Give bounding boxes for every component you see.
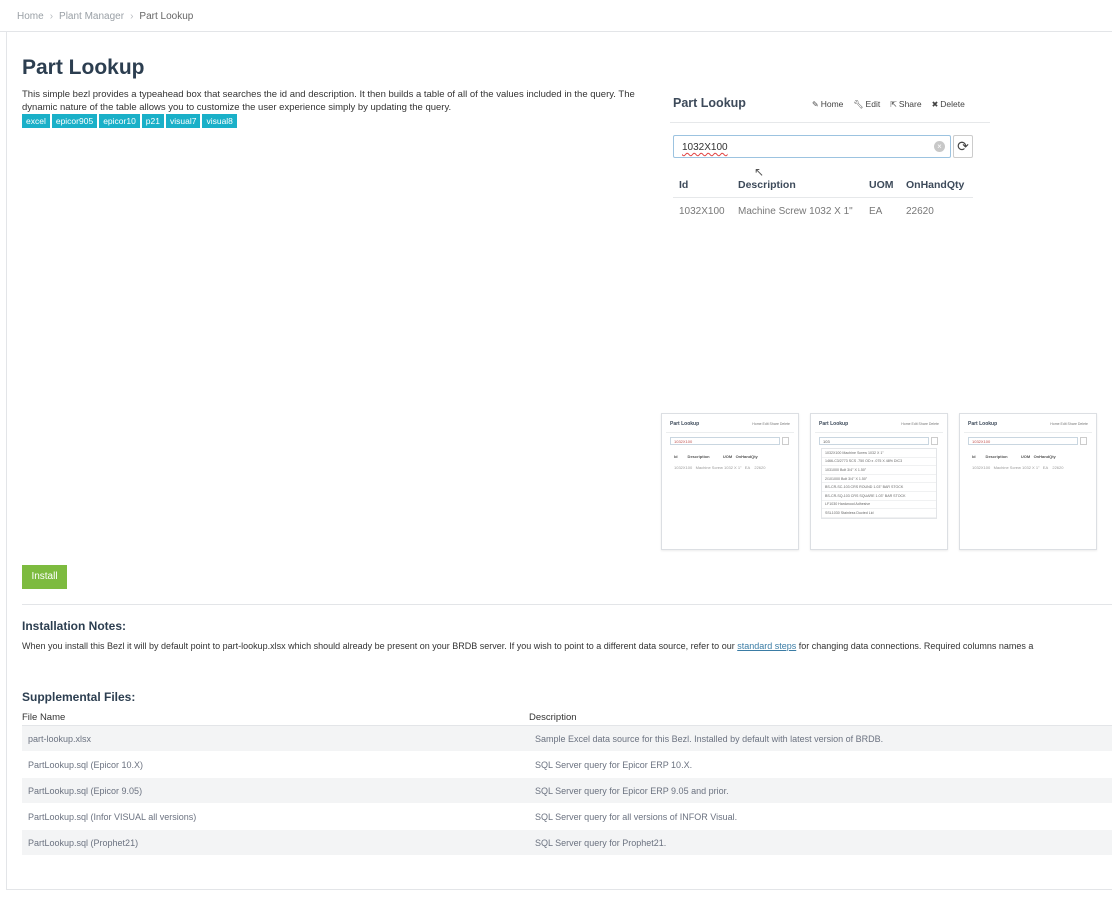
table-divider [673, 197, 973, 198]
refresh-icon[interactable]: ⟳ [953, 135, 973, 158]
list-item: LF1030 Hardwood Adhesive [822, 501, 936, 510]
thumb-title: Part Lookup [968, 421, 998, 427]
page-description: This simple bezl provides a typeahead bo… [22, 89, 635, 113]
tag-epicor10[interactable]: epicor10 [99, 114, 140, 128]
demo-actions: ✎ Home 🔧︎ Edit ⇱ Share ✖ Delete [812, 99, 965, 109]
screenshot-thumbnail-3[interactable]: Part Lookup Home Edit Share Delete 1032X… [959, 413, 1097, 550]
column-header-description: Description [529, 712, 577, 723]
tag-list: excel epicor905 epicor10 p21 visual7 vis… [22, 114, 237, 128]
install-button[interactable]: Install [22, 565, 67, 589]
file-name-cell[interactable]: PartLookup.sql (Prophet21) [22, 838, 529, 848]
share-icon: ⇱ [890, 100, 897, 109]
thumb-refresh-icon [1080, 437, 1087, 445]
column-header-description: Description [738, 179, 796, 191]
thumb-divider [815, 432, 943, 433]
file-name-cell[interactable]: PartLookup.sql (Infor VISUAL all version… [22, 812, 529, 822]
mouse-cursor-icon: ↖ [754, 165, 765, 179]
file-description-cell: SQL Server query for Epicor ERP 10.X. [535, 759, 693, 770]
thumb-title: Part Lookup [670, 421, 700, 427]
search-value: 1032X100 [682, 142, 728, 153]
file-description-cell: SQL Server query for Epicor ERP 9.05 and… [535, 785, 729, 796]
page-title: Part Lookup [22, 56, 145, 79]
column-header-uom: UOM [869, 179, 894, 191]
thumb-divider [666, 432, 794, 433]
screenshot-thumbnail-2[interactable]: Part Lookup Home Edit Share Delete 103 1… [810, 413, 948, 550]
tag-visual8[interactable]: visual8 [202, 114, 237, 128]
breadcrumb-plant-manager[interactable]: Plant Manager [59, 11, 124, 22]
pin-icon: ✎ [812, 100, 819, 109]
screenshot-thumbnail-1[interactable]: Part Lookup Home Edit Share Delete 1032X… [661, 413, 799, 550]
wrench-icon: 🔧︎ [853, 100, 864, 109]
list-item: 2/101000 Bolt 3/4" X 1.50" [822, 475, 936, 484]
thumb-row: 1032X100 Machine Screw 1032 X 1" EA 2262… [972, 465, 1064, 470]
demo-title: Part Lookup [673, 96, 746, 110]
breadcrumb: Home › Plant Manager › Part Lookup [17, 11, 193, 22]
standard-steps-link[interactable]: standard steps [737, 641, 796, 651]
thumb-divider [964, 432, 1092, 433]
table-row[interactable]: part-lookup.xlsx Sample Excel data sourc… [22, 726, 1112, 752]
thumb-search: 1032X100 [968, 437, 1078, 445]
list-item: BS-CR-SC-103 CRS ROUND 1.03" BAR STOCK [822, 483, 936, 492]
table-row[interactable]: PartLookup.sql (Epicor 9.05) SQL Server … [22, 778, 1112, 804]
thumb-refresh-icon [931, 437, 938, 445]
close-icon: ✖ [931, 100, 939, 109]
installation-notes-text: When you install this Bezl it will by de… [22, 641, 1034, 651]
cell-description: Machine Screw 1032 X 1" [738, 206, 853, 217]
file-description-cell: SQL Server query for all versions of INF… [535, 811, 738, 822]
breadcrumb-current: Part Lookup [139, 11, 194, 22]
list-item: BS-CR-SQ-103 CRS SQUARE 1.03" BAR STOCK [822, 492, 936, 501]
clear-icon[interactable]: × [934, 141, 945, 152]
thumb-header: Id Description UOM OnHandQty [972, 454, 1056, 459]
cell-qty: 22620 [906, 206, 934, 217]
section-divider [22, 604, 1112, 605]
demo-divider [670, 122, 990, 123]
demo-share-action[interactable]: ⇱ Share [890, 99, 921, 109]
list-item: 1031000 Bolt 3/4" X 1.50" [822, 466, 936, 475]
supplemental-files-table: File Name Description part-lookup.xlsx S… [22, 712, 1112, 856]
file-description-cell: SQL Server query for Prophet21. [535, 837, 667, 848]
thumb-typeahead-list: 1032X100 Machine Screw 1032 X 1" 1466-C3… [821, 448, 937, 519]
chevron-right-icon: › [130, 11, 134, 22]
thumb-refresh-icon [782, 437, 789, 445]
column-header-file-name: File Name [22, 712, 66, 723]
thumb-row: 1032X100 Machine Screw 1032 X 1" EA 2262… [674, 465, 766, 470]
list-item: 1466-C3/2773 SCS .750 OD x .075 X 48% DI… [822, 458, 936, 467]
thumb-actions: Home Edit Share Delete [1050, 422, 1088, 426]
thumb-title: Part Lookup [819, 421, 849, 427]
table-header: File Name Description [22, 712, 1112, 726]
table-row[interactable]: PartLookup.sql (Infor VISUAL all version… [22, 804, 1112, 830]
tag-visual7[interactable]: visual7 [165, 114, 201, 128]
list-item: 1032X100 Machine Screw 1032 X 1" [822, 449, 936, 458]
table-row[interactable]: PartLookup.sql (Epicor 10.X) SQL Server … [22, 752, 1112, 778]
tag-epicor905[interactable]: epicor905 [51, 114, 98, 128]
search-input[interactable]: 1032X100 [673, 135, 951, 158]
cell-uom: EA [869, 206, 883, 217]
tag-p21[interactable]: p21 [141, 114, 164, 128]
cell-id: 1032X100 [679, 206, 725, 217]
thumb-actions: Home Edit Share Delete [752, 422, 790, 426]
file-name-cell[interactable]: PartLookup.sql (Epicor 10.X) [22, 760, 529, 770]
file-name-cell[interactable]: part-lookup.xlsx [22, 734, 529, 744]
tag-excel[interactable]: excel [22, 114, 50, 128]
table-row[interactable]: PartLookup.sql (Prophet21) SQL Server qu… [22, 830, 1112, 856]
column-header-id: Id [679, 179, 689, 191]
file-description-cell: Sample Excel data source for this Bezl. … [535, 733, 884, 744]
thumb-search: 1032X100 [670, 437, 780, 445]
installation-notes-heading: Installation Notes: [22, 619, 127, 633]
thumb-header: Id Description UOM OnHandQty [674, 454, 758, 459]
demo-home-action[interactable]: ✎ Home [812, 99, 843, 109]
demo-delete-action[interactable]: ✖ Delete [932, 99, 965, 109]
list-item: SSL1030 Stainless Ducted Lid [822, 509, 936, 518]
thumb-search: 103 [819, 437, 929, 445]
breadcrumb-home[interactable]: Home [17, 11, 44, 22]
column-header-onhandqty: OnHandQty [906, 179, 965, 191]
chevron-right-icon: › [49, 11, 54, 22]
supplemental-files-heading: Supplemental Files: [22, 690, 136, 704]
demo-edit-action[interactable]: 🔧︎ Edit [853, 99, 880, 109]
thumb-actions: Home Edit Share Delete [901, 422, 939, 426]
file-name-cell[interactable]: PartLookup.sql (Epicor 9.05) [22, 786, 529, 796]
